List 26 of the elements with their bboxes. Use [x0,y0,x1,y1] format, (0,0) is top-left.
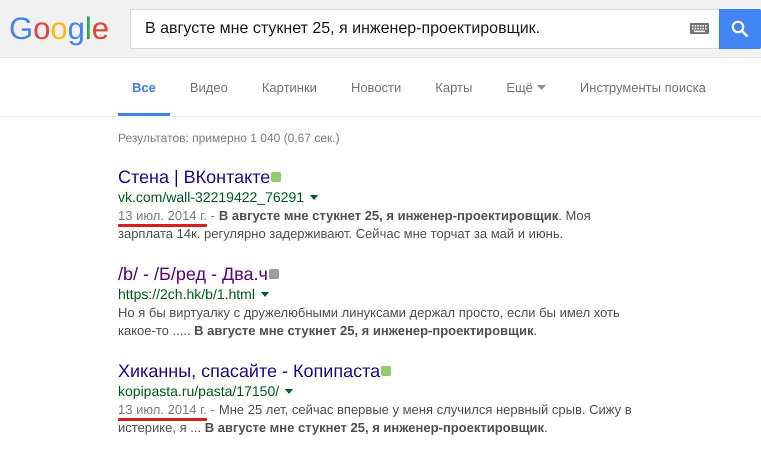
search-tab[interactable]: Новости [336,58,416,116]
search-tab[interactable]: Карты [421,58,486,116]
caret-icon[interactable] [285,389,294,394]
keyboard-icon[interactable] [690,23,709,34]
result-url: https://2ch.hk/b/1.html [118,286,255,303]
more-menu-tab[interactable]: Ещё [492,58,560,116]
result-stats: Результатов: примерно 1 040 (0,67 сек.) [118,131,341,145]
caret-icon[interactable] [310,195,318,200]
search-tools-link[interactable]: Инструменты поиска [566,58,720,116]
result-url: vk.com/wall-32219422_76291 [118,189,304,206]
result-title-link[interactable]: /b/ - /Б/ред - Два.ч [118,263,268,285]
result-snippet: Но я бы виртуалку с дружелюбными линуксами держал просто, если бы имел хоть какое-то ..... В августе мне стукнет 25, я инженер-проектировщик. [118,304,621,340]
search-icon [731,20,749,38]
result-title-link[interactable]: Стена | ВКонтакте [118,166,270,188]
logo[interactable]: Google [8,10,110,48]
result-snippet: 13 июл. 2014 г. - Мне 25 лет, сейчас впервые у меня случился нервный срыв. Сижу в истерике, я ... В августе мне стукнет 25, я инженер-проектировщик. [118,401,633,437]
caret-icon [536,84,546,90]
search-field[interactable]: В августе мне стукнет 25, я инженер-проектировщик. [130,8,719,48]
search-button[interactable] [719,8,761,48]
result-snippet: 13 июл. 2014 г. - В августе мне стукнет 25, я инженер-проектировщик. Моя зарплата 14к. регулярно задерживают. Сейчас мне торчат за май и июнь. [118,207,592,243]
search-tab[interactable]: Видео [176,58,242,116]
result-title-link[interactable]: Хиканны, спасайте - Копипаста [118,360,380,382]
search-tab[interactable]: Все [118,58,170,116]
caret-icon[interactable] [260,292,269,297]
result-url: kopipasta.ru/pasta/17150/ [118,383,280,400]
search-tab[interactable]: Картинки [248,58,331,116]
